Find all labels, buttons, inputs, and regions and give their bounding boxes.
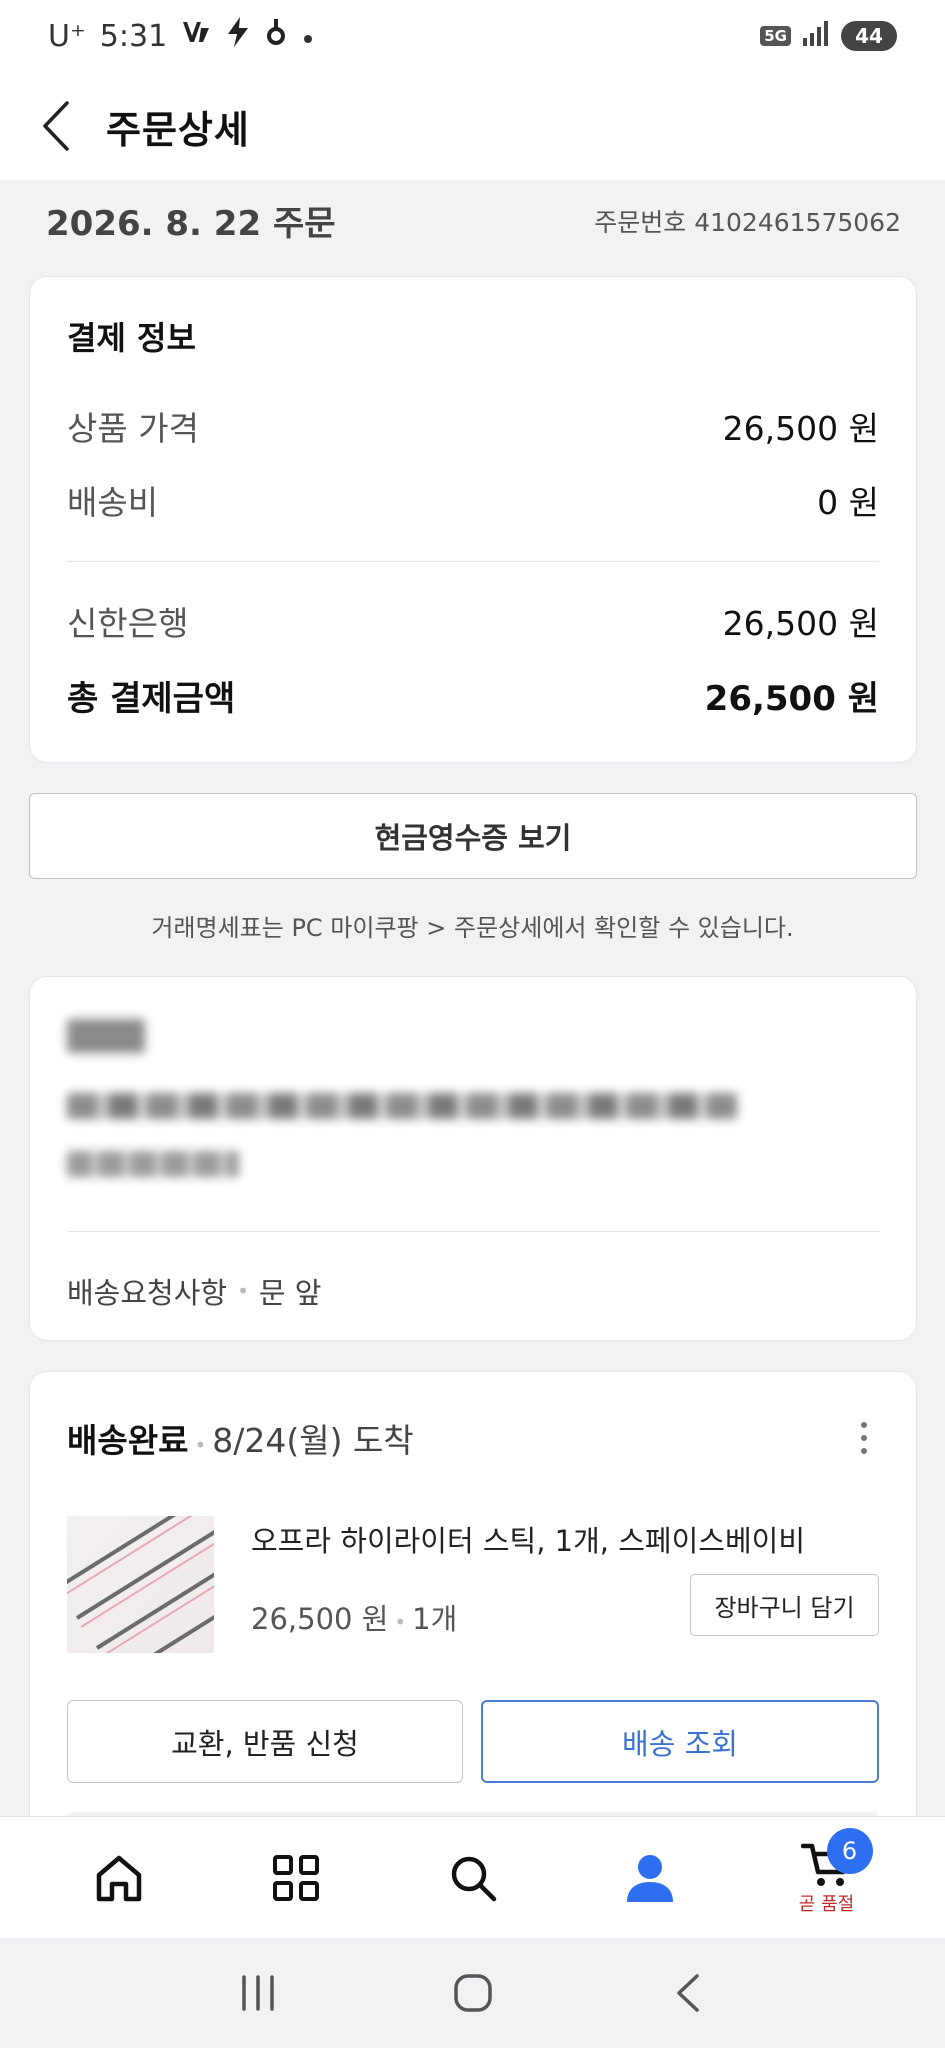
total-label: 총 결제금액: [67, 678, 236, 719]
track-delivery-button[interactable]: 배송 조회: [481, 1700, 879, 1783]
total-payment-row: 총 결제금액 26,500 원: [67, 658, 879, 732]
chevron-left-icon: [43, 101, 69, 151]
recipient-name-redacted: [67, 1019, 145, 1053]
add-to-cart-button[interactable]: 장바구니 담기: [690, 1574, 879, 1636]
network-type: 5G: [760, 26, 791, 46]
nav-search[interactable]: [423, 1828, 523, 1928]
separator-dot: •: [394, 1610, 407, 1634]
shipment-status-label: 배송완료: [67, 1421, 189, 1460]
product-price-row: 상품 가격 26,500 원: [67, 389, 879, 463]
cart-count-badge: 6: [826, 1827, 873, 1874]
signal-icon: [801, 20, 831, 52]
page-title: 주문상세: [106, 107, 250, 152]
product-name[interactable]: 오프라 하이라이터 스틱, 1개, 스페이스베이비: [251, 1518, 879, 1560]
statement-note: 거래명세표는 PC 마이쿠팡 > 주문상세에서 확인할 수 있습니다.: [151, 914, 794, 942]
nav-home[interactable]: [69, 1828, 169, 1928]
product-unit-price: 26,500 원: [251, 1602, 389, 1636]
vpn-icon: [181, 18, 211, 54]
payment-info-card: 결제 정보 상품 가격 26,500 원 배송비 0 원 신한은행 26,500…: [29, 276, 917, 763]
order-meta: 2026. 8. 22 주문 주문번호 4102461575062: [46, 196, 901, 245]
nav-cart[interactable]: 곧 품절 6: [777, 1827, 877, 1928]
exchange-return-button[interactable]: 교환, 반품 신청: [67, 1700, 463, 1783]
system-nav-bar: [0, 1938, 945, 2048]
cash-receipt-button[interactable]: 현금영수증 보기: [29, 793, 917, 879]
recent-apps-icon: [241, 1975, 274, 2011]
order-date: 2026. 8. 22 주문: [46, 204, 336, 244]
back-arrow-icon: [676, 1974, 699, 2012]
payment-info-title: 결제 정보: [67, 319, 196, 357]
status-left: U⁺ 5:31: [48, 16, 315, 56]
home-circle-icon: [453, 1974, 492, 2012]
payment-divider: [67, 561, 879, 562]
bottom-nav: 곧 품절 6: [0, 1816, 945, 1938]
product-item[interactable]: 오프라 하이라이터 스틱, 1개, 스페이스베이비 26,500 원 • 1개 장바…: [67, 1516, 879, 1656]
recent-apps-button[interactable]: [218, 1953, 298, 2033]
home-system-button[interactable]: [433, 1953, 513, 2033]
bank-payment-row: 신한은행 26,500 원: [67, 584, 879, 658]
more-options-button[interactable]: [849, 1410, 879, 1466]
more-notifications-dot-icon: [301, 19, 315, 54]
cart-soldout-label: 곧 품절: [798, 1893, 855, 1915]
product-quantity: 1개: [412, 1602, 458, 1636]
grid-icon: [272, 1854, 319, 1901]
back-system-button[interactable]: [648, 1953, 728, 2033]
search-icon: [451, 1856, 496, 1901]
clock: 5:31: [99, 18, 168, 54]
more-vert-icon: [861, 1422, 867, 1428]
product-thumbnail[interactable]: [67, 1516, 214, 1653]
status-right: 5G 44: [760, 20, 897, 52]
shipment-card: 배송완료 • 8/24(월) 도착 오프라 하이라이터 스틱, 1개, 스페이스베이…: [29, 1371, 917, 1831]
shipping-fee-label: 배송비: [67, 483, 159, 522]
address-divider: [67, 1231, 879, 1232]
separator-dot: •: [237, 1279, 249, 1303]
delivery-request-value: 문 앞: [258, 1276, 322, 1310]
carrier-label: U⁺: [48, 18, 86, 54]
delivery-request: 배송요청사항 • 문 앞: [67, 1270, 879, 1312]
user-icon: [626, 1854, 673, 1902]
bank-value: 26,500 원: [722, 604, 879, 643]
bank-label: 신한은행: [67, 604, 189, 643]
total-value: 26,500 원: [704, 678, 879, 719]
shipment-actions: 교환, 반품 신청 배송 조회: [67, 1700, 879, 1783]
phone-redacted: [67, 1151, 239, 1177]
product-price-label: 상품 가격: [67, 409, 199, 448]
address-redacted: [67, 1093, 737, 1119]
status-bar: U⁺ 5:31 5G 44: [0, 0, 945, 72]
home-icon: [96, 1855, 141, 1901]
product-price-value: 26,500 원: [722, 409, 879, 448]
shipment-status: 배송완료 • 8/24(월) 도착: [67, 1414, 414, 1462]
app-notification-icon: [265, 17, 287, 55]
delivery-request-label: 배송요청사항: [67, 1276, 228, 1310]
battery-indicator: 44: [841, 21, 897, 51]
arrival-date: 8/24(월) 도착: [212, 1421, 414, 1460]
charging-icon: [225, 16, 251, 56]
shipping-fee-row: 배송비 0 원: [67, 463, 879, 537]
nav-my-page[interactable]: [600, 1828, 700, 1928]
shipping-fee-value: 0 원: [817, 483, 879, 522]
separator-dot: •: [194, 1433, 207, 1457]
order-number: 주문번호 4102461575062: [594, 207, 901, 237]
back-button[interactable]: [36, 98, 76, 154]
shipment-header: 배송완료 • 8/24(월) 도착: [67, 1410, 879, 1466]
delivery-address-card: 배송요청사항 • 문 앞: [29, 976, 917, 1341]
nav-categories[interactable]: [246, 1828, 346, 1928]
app-header: 주문상세: [0, 72, 945, 180]
